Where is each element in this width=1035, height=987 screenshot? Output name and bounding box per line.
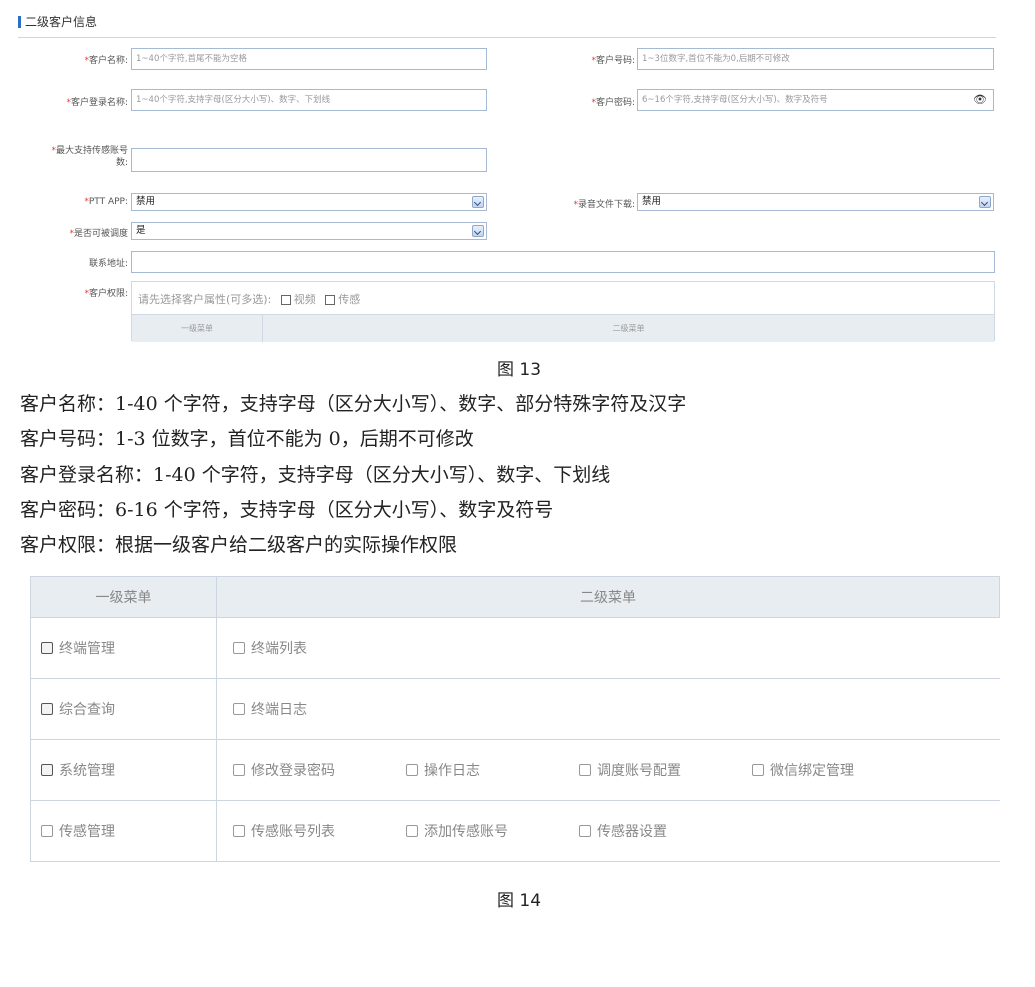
checkbox-add-sensor-account[interactable] [406,825,418,837]
submenu-option: 添加传感账号 [406,821,579,841]
permission-label: *客户权限: [84,289,128,299]
header-second-level-menu: 二级菜单 [216,576,1000,618]
figure-caption-13: 图 13 [497,360,542,380]
submenu-option: 修改登录密码 [233,760,406,780]
submenu-option: 终端日志 [233,699,406,719]
ptt-app-select[interactable]: 禁用 [131,193,487,211]
submenu-cell: 修改登录密码 操作日志 调度账号配置 微信绑定管理 [216,739,1000,801]
record-download-label: *录音文件下载: [573,200,635,210]
chevron-down-icon [979,196,991,208]
max-sensor-label: *最大支持传感账号 数: [51,146,128,168]
paragraph-customer-name: 客户名称：1-40 个字符，支持字母（区分大小写）、数字、部分特殊字符及汉字 [20,393,687,415]
checkbox-dispatch-account[interactable] [579,764,591,776]
permission-panel: 请先选择客户属性(可多选): 视频 传感 一级菜单 二级菜单 [131,281,995,342]
submenu-option: 传感账号列表 [233,821,406,841]
sensor-checkbox[interactable] [325,295,336,305]
paragraph-password: 客户密码：6-16 个字符，支持字母（区分大小写）、数字及符号 [20,499,554,521]
checkbox-change-password[interactable] [233,764,245,776]
video-checkbox[interactable] [280,295,291,305]
checkbox-terminal-log[interactable] [233,703,245,715]
max-sensor-input[interactable] [131,148,487,172]
submenu-option: 操作日志 [406,760,579,780]
show-password-icon[interactable]: 👁 [973,93,987,107]
submenu-option: 终端列表 [233,638,406,658]
section-bar [18,15,21,28]
customer-number-input[interactable]: 1~3位数字,首位不能为0,后期不可修改 [637,48,994,70]
submenu-option: 微信绑定管理 [752,760,925,780]
permission-hint-row: 请先选择客户属性(可多选): 视频 传感 [138,293,361,306]
table-row: 系统管理 修改登录密码 操作日志 调度账号配置 微信绑定管理 [30,739,1000,801]
chevron-down-icon [472,196,484,208]
login-name-input[interactable]: 1~40个字符,支持字母(区分大小写)、数字、下划线 [131,89,487,111]
table-row: 传感管理 传感账号列表 添加传感账号 传感器设置 [30,800,1000,862]
ptt-app-label: *PTT APP: [84,197,128,207]
paragraph-permission: 客户权限：根据一级客户给二级客户的实际操作权限 [20,534,458,556]
submenu-option: 传感器设置 [579,821,752,841]
paragraph-login-name: 客户登录名称：1-40 个字符，支持字母（区分大小写）、数字、下划线 [20,464,611,486]
video-option-label: 视频 [293,293,316,306]
login-name-label: *客户登录名称: [66,98,128,108]
mini-col1: 一级菜单 [132,315,263,342]
checkbox-terminal-list[interactable] [233,642,245,654]
section-divider [18,37,996,38]
checkbox-query[interactable] [41,703,53,715]
figure-caption-14: 图 14 [497,891,542,911]
dispatchable-label: *是否可被调度 [69,229,128,239]
permissions-table: 一级菜单 二级菜单 终端管理 终端列表 综合查询 终端日志 系统管理 修改登录密… [30,576,1000,862]
paragraph-customer-number: 客户号码：1-3 位数字，首位不能为 0，后期不可修改 [20,428,474,450]
checkbox-sensor-mgmt[interactable] [41,825,53,837]
checkbox-terminal-mgmt[interactable] [41,642,53,654]
customer-name-input[interactable]: 1~40个字符,首尾不能为空格 [131,48,487,70]
submenu-cell: 传感账号列表 添加传感账号 传感器设置 [216,800,1000,862]
header-first-level-menu: 一级菜单 [30,576,217,618]
checkbox-wechat-binding[interactable] [752,764,764,776]
section-header: 二级客户信息 [18,13,97,30]
password-label: *客户密码: [591,98,635,108]
record-download-select[interactable]: 禁用 [637,193,994,211]
menu-cell: 传感管理 [30,800,217,862]
checkbox-sensor-account-list[interactable] [233,825,245,837]
menu-cell: 综合查询 [30,678,217,740]
password-input[interactable]: 6~16个字符,支持字母(区分大小写)、数字及符号 👁 [637,89,994,111]
chevron-down-icon [472,225,484,237]
permission-mini-header: 一级菜单 二级菜单 [132,314,994,342]
checkbox-sensor-settings[interactable] [579,825,591,837]
checkbox-system-mgmt[interactable] [41,764,53,776]
dispatchable-select[interactable]: 是 [131,222,487,240]
customer-name-label: *客户名称: [84,56,128,66]
table-row: 终端管理 终端列表 [30,617,1000,679]
address-input[interactable] [131,251,995,273]
password-placeholder: 6~16个字符,支持字母(区分大小写)、数字及符号 [642,95,828,105]
section-title: 二级客户信息 [25,15,98,29]
customer-number-label: *客户号码: [591,56,635,66]
submenu-cell: 终端列表 [216,617,1000,679]
submenu-cell: 终端日志 [216,678,1000,740]
table-header-row: 一级菜单 二级菜单 [30,576,1000,618]
menu-cell: 终端管理 [30,617,217,679]
submenu-option: 调度账号配置 [579,760,752,780]
address-label: 联系地址: [88,259,128,269]
mini-col2: 二级菜单 [612,324,645,333]
checkbox-operation-log[interactable] [406,764,418,776]
table-row: 综合查询 终端日志 [30,678,1000,740]
menu-cell: 系统管理 [30,739,217,801]
sensor-option-label: 传感 [338,293,361,306]
